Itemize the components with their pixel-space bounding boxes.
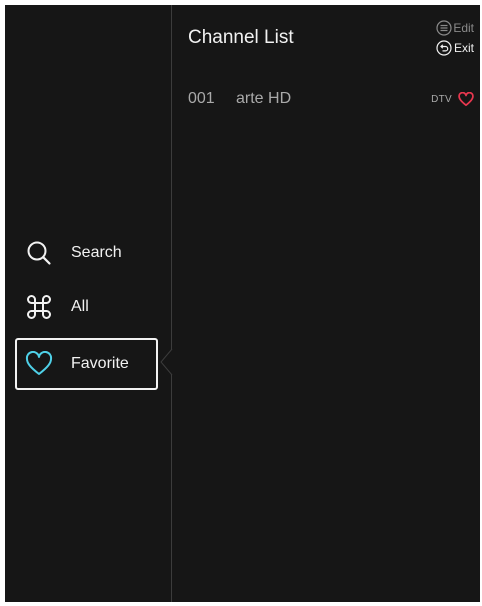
page-title: Channel List	[188, 27, 294, 48]
heart-icon	[25, 350, 53, 378]
exit-hint[interactable]: Exit	[436, 39, 474, 56]
channel-list-panel: Channel List Edit Exit 001 arte HD DTV	[172, 5, 480, 602]
sidebar: Search All Favorite	[5, 5, 171, 602]
sidebar-item-search[interactable]: Search	[15, 227, 158, 279]
channel-name: arte HD	[236, 90, 292, 107]
back-button-icon	[436, 39, 453, 56]
channel-row[interactable]: 001 arte HD DTV	[188, 87, 474, 111]
sidebar-item-label: Favorite	[71, 355, 129, 372]
sidebar-item-label: Search	[71, 244, 122, 261]
edit-hint[interactable]: Edit	[435, 19, 474, 36]
command-icon	[25, 293, 53, 321]
exit-label: Exit	[453, 40, 474, 55]
sidebar-item-all[interactable]: All	[15, 281, 158, 333]
sidebar-item-label: All	[71, 298, 89, 315]
sidebar-item-favorite[interactable]: Favorite	[15, 338, 158, 390]
search-icon	[25, 239, 53, 267]
edit-label: Edit	[453, 20, 474, 35]
channel-number: 001	[188, 90, 215, 107]
channel-type-badge: DTV	[431, 93, 452, 105]
menu-button-icon	[435, 19, 452, 36]
tv-screen: Search All Favorite Channel List Edit Ex…	[5, 5, 480, 602]
favorite-heart-icon	[458, 91, 474, 107]
